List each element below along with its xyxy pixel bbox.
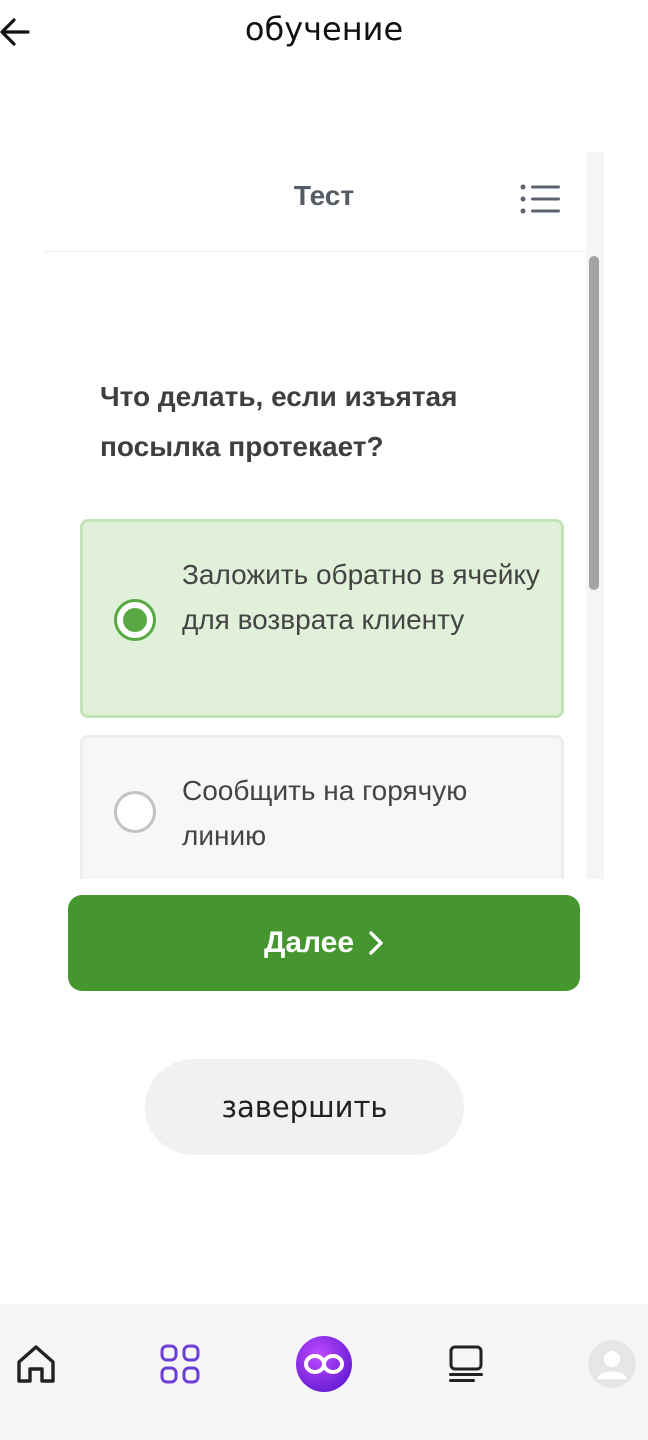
home-icon	[17, 1345, 55, 1383]
answer-option-label: Заложить обратно в ячейку для возврата к…	[182, 559, 540, 635]
courses-icon	[449, 1345, 483, 1382]
page-title: обучение	[244, 10, 404, 48]
infinity-logo-icon	[296, 1336, 352, 1392]
answer-option[interactable]: Сообщить на горячую линию	[80, 735, 564, 895]
chevron-right-icon	[369, 931, 383, 955]
bottom-tab-bar	[0, 1304, 648, 1440]
avatar-icon	[587, 1339, 637, 1389]
tab-brand[interactable]	[284, 1304, 364, 1424]
tab-profile[interactable]	[572, 1304, 648, 1424]
tab-courses[interactable]	[427, 1304, 507, 1424]
finish-button[interactable]: завершить	[145, 1059, 464, 1155]
answer-option-label: Сообщить на горячую линию	[182, 775, 468, 851]
divider	[44, 879, 604, 895]
question-list-button[interactable]	[520, 184, 562, 214]
tab-services[interactable]	[140, 1304, 220, 1424]
scrollbar-thumb[interactable]	[589, 256, 599, 590]
test-card-header: Тест	[44, 152, 586, 252]
test-card: Тест Что делать, если изъятая посылка пр…	[44, 152, 604, 895]
answer-option[interactable]: Заложить обратно в ячейку для возврата к…	[80, 519, 564, 718]
radio-button[interactable]	[114, 791, 156, 833]
tab-home[interactable]	[0, 1304, 76, 1424]
question-text: Что делать, если изъятая посылка протека…	[100, 381, 458, 462]
grid-icon	[160, 1344, 200, 1384]
next-button-label: Далее	[263, 926, 355, 959]
next-button[interactable]: Далее	[68, 895, 580, 991]
radio-button-selected[interactable]	[114, 599, 156, 641]
list-icon	[520, 184, 560, 214]
app-header: обучение	[0, 0, 648, 64]
